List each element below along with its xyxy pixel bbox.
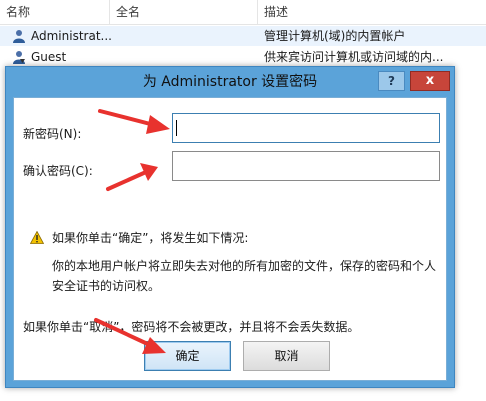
text-caret [176, 120, 177, 136]
cancel-button[interactable]: 取消 [243, 341, 330, 371]
list-row-guest[interactable]: Guest 供来宾访问计算机或访问域的内... [0, 47, 486, 67]
list-row-administrator[interactable]: Administrat... 管理计算机(域)的内置帐户 [0, 26, 486, 46]
confirm-password-field[interactable] [172, 151, 440, 181]
screen: 名称 全名 描述 Administrat... 管理计算机(域)的内置帐户 Gu… [0, 0, 486, 401]
close-button[interactable]: x [410, 71, 450, 91]
new-password-field[interactable] [172, 113, 440, 143]
row-fullname [116, 26, 256, 46]
set-password-dialog: 为 Administrator 设置密码 ? x 新密码(N): 确认密码(C)… [5, 66, 455, 388]
column-header-description[interactable]: 描述 [258, 0, 486, 24]
warning-icon [30, 231, 44, 244]
list-header: 名称 全名 描述 [0, 0, 486, 25]
new-password-label: 新密码(N): [23, 127, 82, 141]
row-description: 供来宾访问计算机或访问域的内... [264, 50, 444, 64]
ok-button[interactable]: 确定 [144, 341, 231, 371]
warning-line-1: 你的本地用户帐户将立即失去对他的所有加密的文件，保存的密码和个人 [52, 259, 437, 273]
row-name: Guest [31, 50, 67, 64]
cancel-note: 如果你单击“取消”，密码将不会被更改，并且将不会丢失数据。 [23, 320, 360, 334]
help-button[interactable]: ? [378, 71, 405, 91]
row-name: Administrat... [31, 29, 111, 43]
row-fullname [116, 47, 256, 67]
confirm-password-label: 确认密码(C): [23, 164, 93, 178]
dialog-body: 新密码(N): 确认密码(C): 如果你单击“确定”，将发生如下情况: 你的本地… [13, 97, 447, 381]
column-header-name[interactable]: 名称 [0, 0, 110, 24]
warning-line-2: 安全证书的访问权。 [52, 279, 161, 293]
column-header-fullname[interactable]: 全名 [110, 0, 258, 24]
warning-heading: 如果你单击“确定”，将发生如下情况: [52, 231, 249, 245]
user-icon [13, 51, 25, 64]
row-description: 管理计算机(域)的内置帐户 [264, 29, 406, 43]
user-icon [13, 30, 25, 43]
